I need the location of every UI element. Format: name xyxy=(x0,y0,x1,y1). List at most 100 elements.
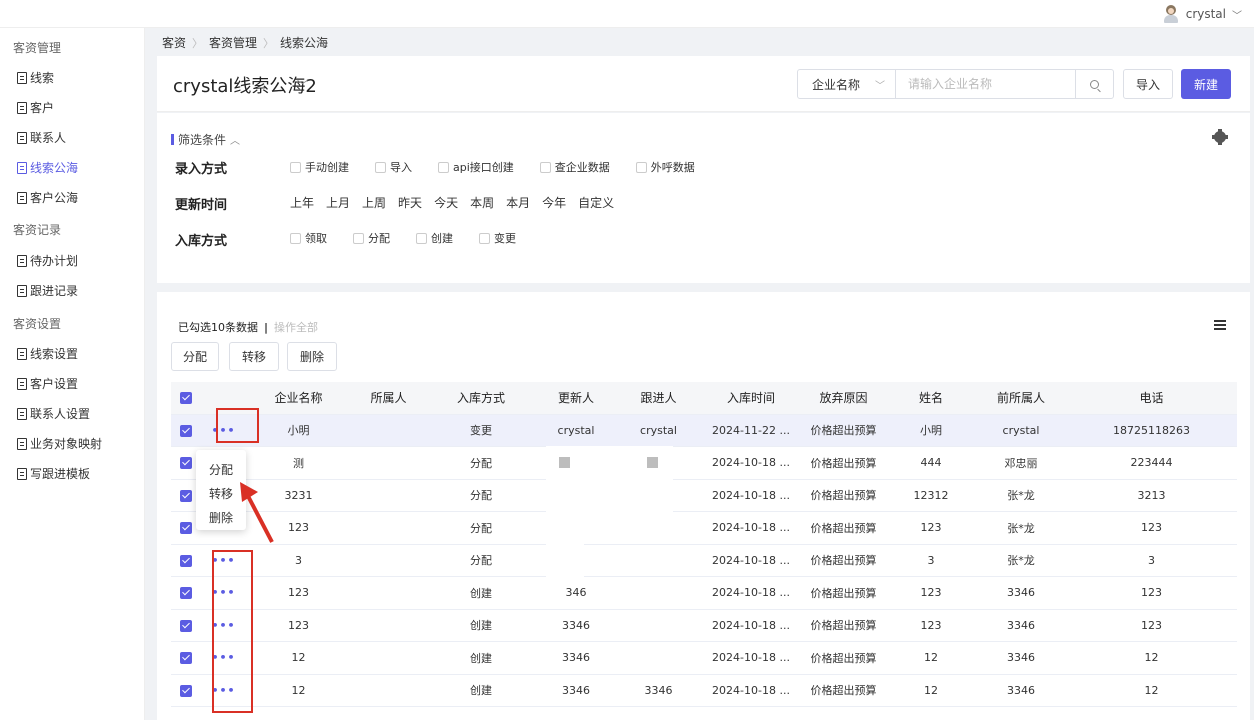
time-option[interactable]: 上年 xyxy=(290,194,314,211)
sidebar-item-lead-settings[interactable]: 线索设置 xyxy=(17,345,78,362)
table-row[interactable]: ••• 12 创建 3346 2024-10-18 ... 价格超出预算 12 3346 12 xyxy=(171,641,1237,675)
table-row[interactable]: ••• 123 创建 346 2024-10-18 ... 价格超出预算 123 3346 12… xyxy=(171,576,1237,610)
filter-checkbox[interactable]: 查企业数据 xyxy=(539,159,610,175)
row-actions[interactable]: ••• xyxy=(201,414,246,447)
delete-button[interactable]: 删除 xyxy=(287,342,337,371)
more-icon[interactable]: ••• xyxy=(211,554,235,567)
filter-toggle[interactable]: 筛选条件 ︿ xyxy=(171,131,240,148)
more-icon[interactable]: ••• xyxy=(211,619,235,632)
checkbox[interactable] xyxy=(539,161,551,173)
checkbox[interactable] xyxy=(479,232,490,244)
sidebar-item-lead-pool[interactable]: 线索公海 xyxy=(17,159,78,176)
checkbox-checked[interactable] xyxy=(180,554,192,567)
checkbox-checked[interactable] xyxy=(180,619,192,632)
time-option[interactable]: 今年 xyxy=(542,194,566,211)
cell-company[interactable]: 123 xyxy=(246,609,351,642)
user-menu[interactable]: crystal ﹀ xyxy=(1162,0,1242,28)
more-icon[interactable]: ••• xyxy=(211,424,235,437)
select-all-link[interactable]: 操作全部 xyxy=(274,319,318,335)
checkbox[interactable] xyxy=(635,161,647,173)
filter-checkbox[interactable]: api接口创建 xyxy=(438,159,514,175)
checkbox-checked[interactable] xyxy=(180,392,192,405)
cell-company[interactable]: 123 xyxy=(246,576,351,610)
checkbox[interactable] xyxy=(290,232,301,244)
sidebar-item-customers[interactable]: 客户 xyxy=(17,99,54,116)
time-option[interactable]: 昨天 xyxy=(398,194,422,211)
gear-icon[interactable] xyxy=(1212,129,1228,145)
search-button[interactable] xyxy=(1075,70,1113,98)
row-checkbox[interactable] xyxy=(171,544,201,577)
sidebar-item-contacts[interactable]: 联系人 xyxy=(17,129,66,146)
sidebar-item-leads[interactable]: 线索 xyxy=(17,69,54,86)
more-icon[interactable]: ••• xyxy=(211,586,235,599)
row-checkbox[interactable] xyxy=(171,576,201,610)
table-row[interactable]: ••• 12 创建 3346 3346 2024-10-18 ... 价格超出预算 12 334… xyxy=(171,674,1237,707)
sidebar-item-contact-settings[interactable]: 联系人设置 xyxy=(17,405,90,422)
import-button[interactable]: 导入 xyxy=(1123,69,1173,99)
more-icon[interactable]: ••• xyxy=(211,684,235,697)
sidebar-item-customer-settings[interactable]: 客户设置 xyxy=(17,375,78,392)
sidebar-item-todo[interactable]: 待办计划 xyxy=(17,252,78,269)
assign-button[interactable]: 分配 xyxy=(171,342,219,371)
row-checkbox[interactable] xyxy=(171,641,201,675)
page-title[interactable]: crystal线索公海2 xyxy=(173,72,317,98)
transfer-button[interactable]: 转移 xyxy=(229,342,279,371)
checkbox[interactable] xyxy=(438,161,449,173)
row-actions[interactable]: ••• xyxy=(201,641,246,675)
filter-checkbox[interactable]: 外呼数据 xyxy=(635,159,695,175)
cell-company[interactable]: 测 xyxy=(246,446,351,480)
sidebar-item-object-mapping[interactable]: 业务对象映射 xyxy=(17,435,102,452)
checkbox-checked[interactable] xyxy=(180,652,192,665)
chevron-down-icon[interactable]: ﹀ xyxy=(297,77,308,93)
row-actions[interactable]: ••• xyxy=(201,576,246,610)
filter-checkbox[interactable]: 变更 xyxy=(479,230,516,246)
chevron-down-icon[interactable]: ﹀ xyxy=(1232,7,1242,22)
checkbox[interactable] xyxy=(416,232,427,244)
time-option[interactable]: 今天 xyxy=(434,194,458,211)
row-checkbox[interactable] xyxy=(171,609,201,642)
time-option[interactable]: 上月 xyxy=(326,194,350,211)
cell-company[interactable]: 12 xyxy=(246,641,351,675)
row-checkbox[interactable] xyxy=(171,674,201,707)
table-row[interactable]: ••• 小明 变更 crystal crystal 2024-11-22 ... 价格超出预… xyxy=(171,414,1237,447)
row-actions[interactable]: ••• xyxy=(201,609,246,642)
checkbox-checked[interactable] xyxy=(180,424,192,437)
cell-company[interactable]: 小明 xyxy=(246,414,351,447)
avatar[interactable] xyxy=(1162,4,1180,24)
table-row[interactable]: ••• 123 创建 3346 2024-10-18 ... 价格超出预算 123 3346 1… xyxy=(171,609,1237,642)
time-option[interactable]: 上周 xyxy=(362,194,386,211)
filter-checkbox[interactable]: 创建 xyxy=(416,230,453,246)
table-row[interactable]: 测分配忠丽tal2024-10-18 ...价格超出预算444邓忠丽223444 xyxy=(171,446,1237,480)
time-option[interactable]: 本周 xyxy=(470,194,494,211)
header-checkbox[interactable] xyxy=(171,382,201,415)
filter-checkbox[interactable]: 手动创建 xyxy=(290,159,349,175)
checkbox[interactable] xyxy=(353,232,364,244)
checkbox[interactable] xyxy=(290,161,301,173)
table-row[interactable]: 123分配62024-10-18 ...价格超出预算123张*龙123 xyxy=(171,511,1237,545)
search-input[interactable] xyxy=(896,70,1075,98)
table-row[interactable]: 3231分配龙丽2024-10-18 ...价格超出预算12312张*龙3213 xyxy=(171,479,1237,512)
menu-item-assign[interactable]: 分配 xyxy=(196,458,246,482)
sidebar-item-follow-records[interactable]: 跟进记录 xyxy=(17,282,78,299)
checkbox-checked[interactable] xyxy=(180,457,192,470)
more-icon[interactable]: ••• xyxy=(211,651,235,664)
cell-company[interactable]: 12 xyxy=(246,674,351,707)
sidebar-item-customer-pool[interactable]: 客户公海 xyxy=(17,189,78,206)
sidebar-item-follow-template[interactable]: 写跟进模板 xyxy=(17,465,90,482)
time-option[interactable]: 自定义 xyxy=(578,194,614,211)
column-settings-icon[interactable] xyxy=(1214,320,1226,330)
checkbox-checked[interactable] xyxy=(180,522,192,535)
row-checkbox[interactable] xyxy=(171,414,201,447)
breadcrumb-item[interactable]: 客资 xyxy=(162,34,186,51)
cell-company[interactable]: 3 xyxy=(246,544,351,577)
filter-checkbox[interactable]: 领取 xyxy=(290,230,327,246)
checkbox-checked[interactable] xyxy=(180,587,192,600)
table-row[interactable]: •••3分配62024-10-18 ...价格超出预算3张*龙3 xyxy=(171,544,1237,577)
checkbox[interactable] xyxy=(375,161,386,173)
row-actions[interactable]: ••• xyxy=(201,544,246,577)
row-actions[interactable]: ••• xyxy=(201,674,246,707)
breadcrumb-item[interactable]: 客资管理 xyxy=(209,34,257,51)
new-button[interactable]: 新建 xyxy=(1181,69,1231,99)
checkbox-checked[interactable] xyxy=(180,489,192,502)
checkbox-checked[interactable] xyxy=(180,684,192,697)
